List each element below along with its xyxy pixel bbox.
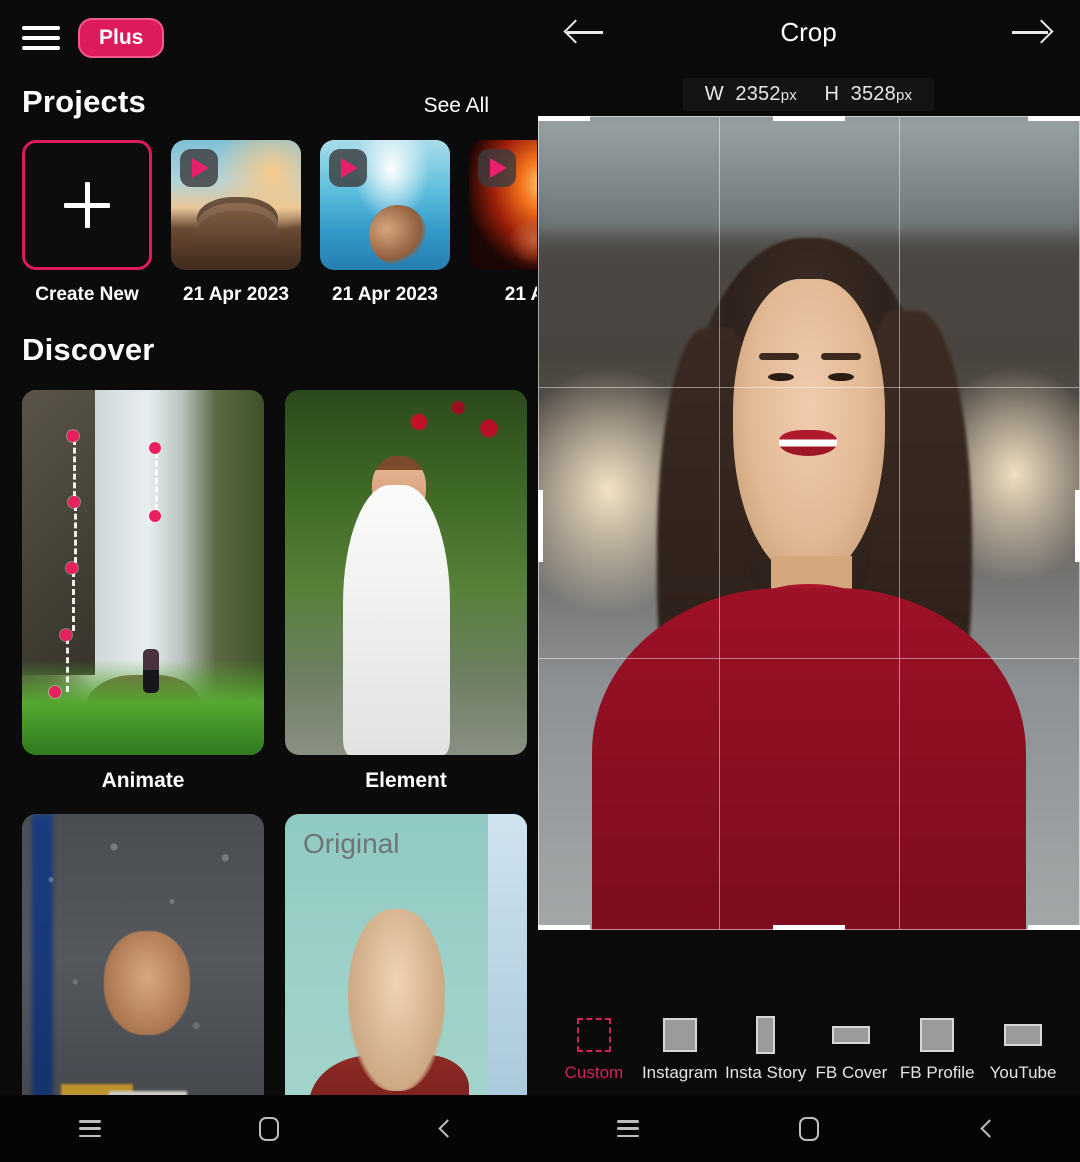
height-label: H [824, 83, 840, 105]
preset-youtube[interactable]: YouTube [980, 1013, 1066, 1083]
dual-phone-screenshot: Plus Projects See All Create New 21 Apr … [0, 0, 1080, 1162]
project-item[interactable]: 21 Apr [469, 140, 537, 306]
left-android-navbar [0, 1095, 537, 1162]
projects-title: Projects [22, 84, 146, 119]
back-icon[interactable] [420, 1109, 476, 1149]
project-label: 21 Apr 2023 [332, 284, 438, 305]
height-value: 3528 [850, 83, 896, 105]
play-icon [478, 149, 516, 187]
crop-handle-left[interactable] [538, 490, 543, 563]
square-icon [920, 1013, 955, 1057]
discover-title: Discover [22, 332, 155, 367]
right-app-panel: Crop W 2352px H 3528px Custom Instagram … [537, 0, 1080, 1162]
width-value: 2352 [735, 83, 781, 105]
crop-topbar: Crop [537, 0, 1080, 64]
right-android-navbar [537, 1095, 1080, 1162]
project-label: 21 Apr [504, 284, 537, 305]
recents-icon[interactable] [62, 1109, 118, 1149]
see-all-link[interactable]: See All [424, 94, 513, 118]
page-title: Crop [780, 16, 837, 47]
custom-dashed-square-icon [576, 1013, 611, 1057]
landscape-icon [1004, 1013, 1043, 1057]
preset-label: YouTube [989, 1063, 1057, 1082]
back-icon[interactable] [962, 1109, 1018, 1149]
crop-canvas[interactable] [538, 116, 1080, 930]
preset-label: Instagram [641, 1063, 718, 1082]
home-icon[interactable] [781, 1109, 837, 1149]
project-create-new[interactable]: Create New [22, 140, 152, 306]
project-label: 21 Apr 2023 [183, 284, 289, 305]
recents-icon[interactable] [600, 1109, 656, 1149]
preset-fb-profile[interactable]: FB Profile [894, 1013, 980, 1083]
plus-badge-button[interactable]: Plus [78, 18, 165, 58]
discover-thumbnail[interactable] [22, 390, 264, 755]
discover-thumbnail[interactable] [285, 390, 527, 755]
projects-section-header: Projects See All [0, 76, 537, 120]
discover-grid: Animate Element Original [0, 368, 537, 1162]
crop-handle-bottom[interactable] [773, 925, 845, 930]
hamburger-menu-icon[interactable] [22, 24, 60, 52]
square-icon [662, 1013, 697, 1057]
create-new-tile[interactable] [22, 140, 152, 270]
project-item[interactable]: 21 Apr 2023 [171, 140, 301, 306]
tall-portrait-icon [756, 1013, 776, 1057]
preset-label: Custom [564, 1063, 624, 1082]
wide-landscape-icon [832, 1013, 871, 1057]
left-app-panel: Plus Projects See All Create New 21 Apr … [0, 0, 537, 1162]
preset-instagram[interactable]: Instagram [637, 1013, 723, 1083]
play-icon [180, 149, 218, 187]
project-thumbnail[interactable] [171, 140, 301, 270]
play-icon [329, 149, 367, 187]
discover-card-label: Animate [101, 769, 185, 792]
preset-label: FB Profile [899, 1063, 975, 1082]
width-label: W [704, 83, 724, 105]
crop-handle-bottom-left[interactable] [538, 925, 590, 930]
project-item[interactable]: 21 Apr 2023 [320, 140, 450, 306]
crop-handle-top[interactable] [773, 116, 845, 121]
original-overlay-label: Original [303, 828, 400, 859]
thumbnail-art-waterfall [22, 390, 264, 755]
arrow-right-icon[interactable] [1010, 15, 1054, 49]
crop-preset-bar: Custom Instagram Insta Story FB Cover FB… [537, 1013, 1080, 1095]
arrow-left-icon[interactable] [563, 15, 607, 49]
projects-row: Create New 21 Apr 2023 21 Apr 2023 21 [0, 120, 537, 306]
project-label: Create New [35, 284, 139, 305]
preset-label: Insta Story [724, 1063, 807, 1082]
width-unit: px [780, 87, 797, 104]
dimensions-chip: W 2352px H 3528px [682, 78, 935, 111]
discover-section-header: Discover [0, 306, 537, 368]
discover-card-animate[interactable]: Animate [22, 390, 264, 793]
home-icon[interactable] [241, 1109, 297, 1149]
preset-label: FB Cover [815, 1063, 888, 1082]
crop-handle-right[interactable] [1075, 490, 1080, 563]
discover-card-label: Element [365, 769, 447, 792]
preset-custom[interactable]: Custom [551, 1013, 637, 1083]
project-thumbnail[interactable] [320, 140, 450, 270]
preset-fb-cover[interactable]: FB Cover [808, 1013, 894, 1083]
crop-photo [538, 116, 1080, 930]
discover-card-element[interactable]: Element [285, 390, 527, 793]
left-topbar: Plus [0, 0, 537, 76]
crop-handle-bottom-right[interactable] [1028, 925, 1080, 930]
plus-icon [64, 182, 110, 228]
thumbnail-art-aodai [285, 390, 527, 755]
crop-handle-top-left[interactable] [538, 116, 590, 121]
crop-handle-top-right[interactable] [1028, 116, 1080, 121]
project-thumbnail[interactable] [469, 140, 537, 270]
preset-insta-story[interactable]: Insta Story [723, 1013, 809, 1083]
height-unit: px [895, 87, 913, 104]
